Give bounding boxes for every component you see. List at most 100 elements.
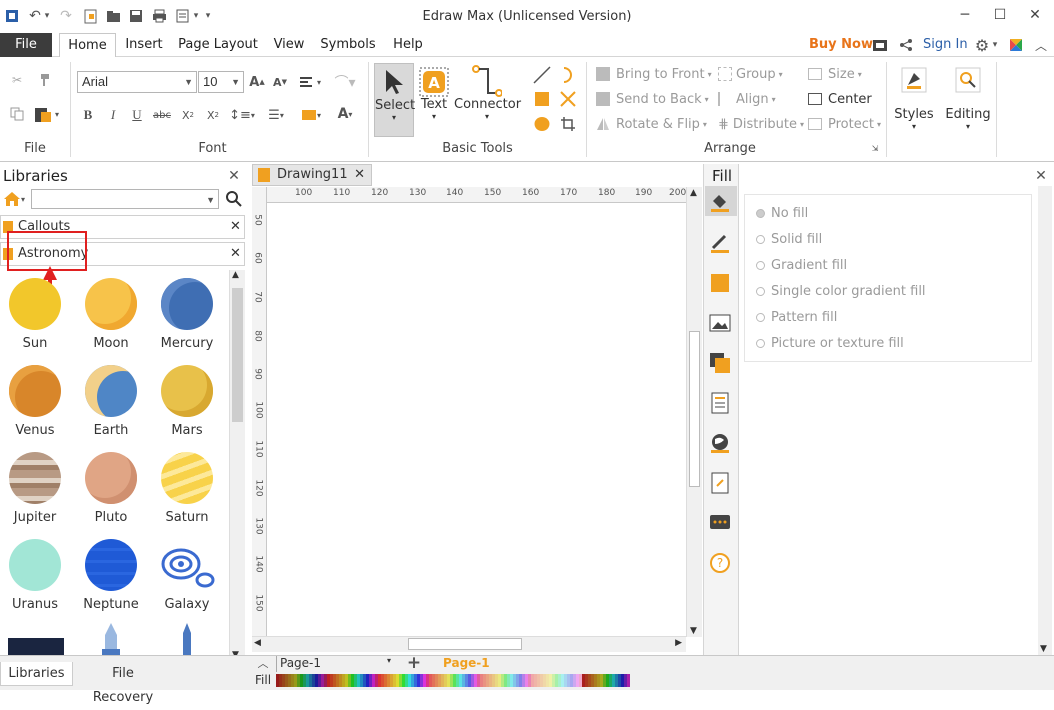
distribute-button[interactable]: ⋕ Distribute ▾ xyxy=(718,115,804,133)
shape-uranus[interactable]: Uranus xyxy=(0,539,70,612)
text-tool-button[interactable]: A Text ▾ xyxy=(416,63,452,137)
arrange-launcher-icon[interactable]: ⇲ xyxy=(870,143,880,153)
scrollbar-thumb[interactable] xyxy=(689,331,700,487)
rectangle-shape-icon[interactable] xyxy=(532,89,552,109)
shape-sun[interactable]: Sun xyxy=(0,278,70,351)
tab-insert[interactable]: Insert xyxy=(120,33,168,57)
collapse-ribbon-icon[interactable]: ︿ xyxy=(1032,36,1050,54)
scroll-up-icon[interactable]: ▲ xyxy=(690,188,697,198)
file-menu[interactable]: File xyxy=(0,33,52,57)
share-icon[interactable] xyxy=(897,36,915,54)
strikethrough-icon[interactable]: abc xyxy=(152,107,172,123)
subscript-icon[interactable]: X2 xyxy=(178,107,198,123)
line-spacing-icon[interactable]: ↕≡ ▾ xyxy=(228,107,256,123)
color-palette[interactable] xyxy=(276,674,632,687)
crop-icon[interactable] xyxy=(558,114,578,134)
shape-venus[interactable]: Venus xyxy=(0,365,70,438)
shape-moon[interactable]: Moon xyxy=(76,278,146,351)
theme-icon[interactable] xyxy=(1007,36,1025,54)
picture-fill-option[interactable]: Picture or texture fill xyxy=(756,336,904,351)
palette-swatch[interactable] xyxy=(627,674,630,687)
solid-fill-option[interactable]: Solid fill xyxy=(756,232,822,247)
sign-in-link[interactable]: Sign In xyxy=(923,37,968,52)
tab-home[interactable]: Home xyxy=(59,33,116,57)
canvas-horizontal-scrollbar[interactable]: ◀ ▶ xyxy=(252,636,686,652)
add-page-icon[interactable]: + xyxy=(407,653,421,673)
pattern-fill-option[interactable]: Pattern fill xyxy=(756,310,837,325)
library-search-input[interactable]: ▼ xyxy=(31,189,219,209)
group-button[interactable]: Group ▾ xyxy=(718,65,783,83)
settings-dropdown-icon[interactable]: ▾ xyxy=(990,36,1000,54)
shape-jupiter[interactable]: Jupiter xyxy=(0,452,70,525)
tab-page-layout[interactable]: Page Layout xyxy=(176,33,260,57)
library-scrollbar[interactable]: ▲ ▼ xyxy=(229,270,245,662)
copy-icon[interactable] xyxy=(8,105,26,123)
attachment-icon[interactable] xyxy=(709,472,731,494)
align-button[interactable]: Align ▾ xyxy=(718,90,776,108)
document-tab[interactable]: Drawing11 ✕ xyxy=(252,164,372,186)
shape-mars[interactable]: Mars xyxy=(152,365,222,438)
scroll-up-icon[interactable]: ▲ xyxy=(232,270,239,280)
close-category-icon[interactable]: ✕ xyxy=(230,219,241,234)
minimize-icon[interactable]: ─ xyxy=(955,5,975,25)
text-align-dropdown-icon[interactable]: ▾ xyxy=(315,75,323,89)
ellipse-shape-icon[interactable] xyxy=(532,114,552,134)
no-fill-option[interactable]: No fill xyxy=(756,206,808,221)
buy-now-link[interactable]: Buy Now xyxy=(809,37,873,52)
scroll-down-icon[interactable]: ▼ xyxy=(690,626,697,636)
fill-bucket-icon[interactable] xyxy=(709,191,731,213)
libraries-bottom-tab[interactable]: Libraries xyxy=(0,662,73,686)
close-document-icon[interactable]: ✕ xyxy=(354,165,365,185)
text-highlight-icon[interactable]: ▾ xyxy=(298,107,324,123)
tab-help[interactable]: Help xyxy=(388,33,428,57)
tab-symbols[interactable]: Symbols xyxy=(318,33,378,57)
line-style-icon[interactable] xyxy=(709,232,731,254)
cart-icon[interactable] xyxy=(871,36,889,54)
page-tab-1[interactable]: Page-1 xyxy=(443,656,490,670)
scroll-right-icon[interactable]: ▶ xyxy=(675,638,682,648)
maximize-icon[interactable]: ☐ xyxy=(990,5,1010,25)
rotate-flip-button[interactable]: Rotate & Flip ▾ xyxy=(596,115,707,133)
bullets-icon[interactable]: ☰ ▾ xyxy=(262,107,290,123)
scroll-left-icon[interactable]: ◀ xyxy=(254,638,261,648)
file-recovery-bottom-tab[interactable]: File Recovery xyxy=(80,662,166,705)
shape-earth[interactable]: Earth xyxy=(76,365,146,438)
single-color-gradient-option[interactable]: Single color gradient fill xyxy=(756,284,926,299)
search-icon[interactable] xyxy=(225,190,243,208)
close-fill-panel-icon[interactable]: ✕ xyxy=(1033,168,1049,184)
superscript-icon[interactable]: X2 xyxy=(203,107,223,123)
settings-gear-icon[interactable]: ⚙ xyxy=(973,36,991,55)
grow-font-icon[interactable]: A ▲ xyxy=(248,73,266,91)
font-size-select[interactable]: 10 ▼ xyxy=(198,71,244,93)
cross-shape-icon[interactable] xyxy=(558,89,578,109)
close-window-icon[interactable]: ✕ xyxy=(1025,5,1045,25)
close-libraries-icon[interactable]: ✕ xyxy=(226,168,242,184)
page-properties-icon[interactable] xyxy=(709,392,731,414)
scroll-down-icon[interactable]: ▼ xyxy=(1040,644,1047,654)
line-shape-icon[interactable] xyxy=(532,65,552,85)
close-category-icon[interactable]: ✕ xyxy=(230,246,241,261)
text-direction-icon[interactable]: ⌒▾ xyxy=(330,73,360,91)
collapse-pages-icon[interactable]: ︿ xyxy=(256,656,270,670)
drawing-canvas[interactable] xyxy=(252,187,686,637)
connector-tool-button[interactable]: Connector ▾ xyxy=(454,63,521,137)
protect-button[interactable]: Protect ▾ xyxy=(808,115,881,133)
paste-icon[interactable] xyxy=(32,103,54,125)
paste-dropdown-icon[interactable]: ▾ xyxy=(53,107,61,121)
home-icon[interactable]: ▾ xyxy=(2,190,26,208)
font-color-icon[interactable]: A ▾ xyxy=(332,105,358,123)
shape-neptune[interactable]: Neptune xyxy=(76,539,146,612)
shadow-icon[interactable] xyxy=(709,272,731,294)
scrollbar-thumb[interactable] xyxy=(232,288,243,422)
tab-view[interactable]: View xyxy=(268,33,310,57)
shape-pluto[interactable]: Pluto xyxy=(76,452,146,525)
layers-icon[interactable] xyxy=(709,352,731,374)
editing-button[interactable]: Editing ▾ xyxy=(943,65,993,145)
text-align-icon[interactable] xyxy=(297,73,315,91)
bring-to-front-button[interactable]: Bring to Front ▾ xyxy=(596,65,712,83)
shrink-font-icon[interactable]: A ▼ xyxy=(271,73,289,91)
shape-galaxy[interactable]: Galaxy xyxy=(152,539,222,612)
gradient-fill-option[interactable]: Gradient fill xyxy=(756,258,847,273)
center-button[interactable]: Center xyxy=(808,90,872,108)
font-name-select[interactable]: Arial ▼ xyxy=(77,71,197,93)
